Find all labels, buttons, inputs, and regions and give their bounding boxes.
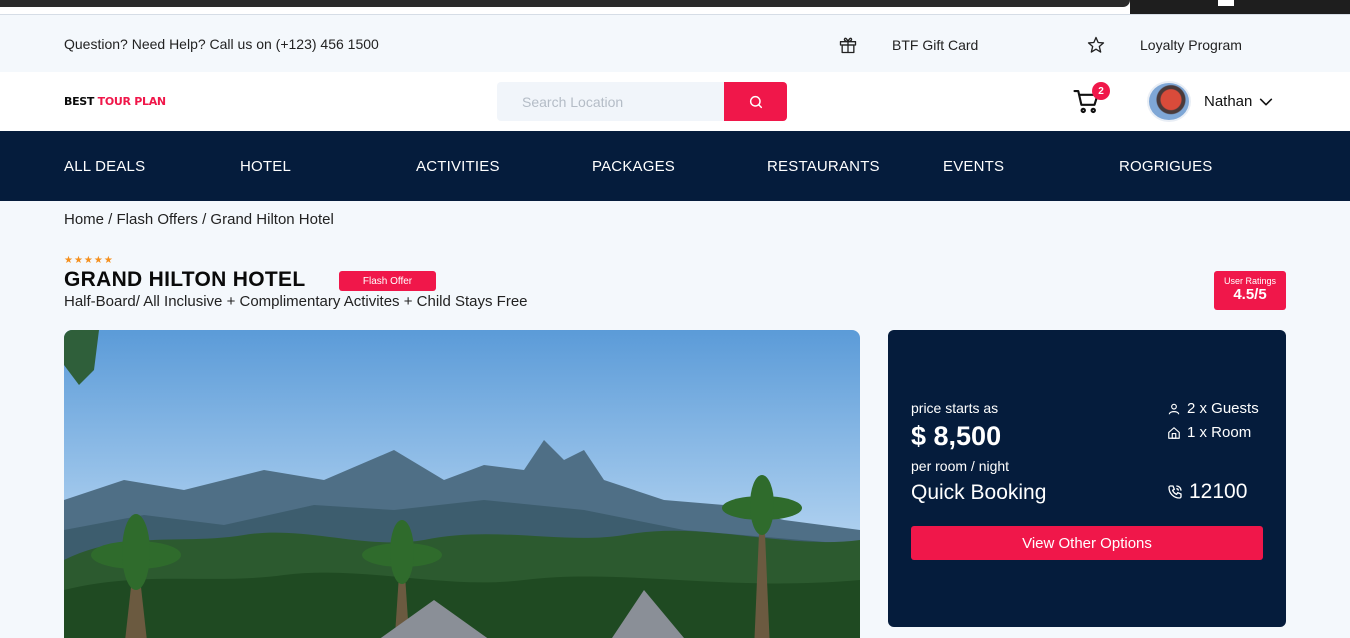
cart-button[interactable]: 2: [1072, 82, 1110, 116]
search-input[interactable]: [497, 82, 724, 121]
search-button[interactable]: [724, 82, 787, 121]
rooms-info: 1 x Room: [1167, 424, 1251, 441]
user-icon: [1168, 403, 1180, 414]
gift-card-link[interactable]: BTF Gift Card: [838, 35, 978, 55]
nav-item-activities[interactable]: ACTIVITIES: [416, 158, 500, 175]
booking-panel: price starts as $ 8,500 per room / night…: [888, 330, 1286, 627]
price-value: $ 8,500: [911, 421, 1002, 451]
loyalty-program-link[interactable]: Loyalty Program: [1086, 35, 1242, 55]
chevron-down-icon: [1260, 98, 1273, 105]
loyalty-program-label: Loyalty Program: [1140, 37, 1242, 53]
phone-number: 12100: [1189, 480, 1248, 503]
user-ratings-label: User Ratings: [1223, 276, 1277, 286]
logo-text-accent: TOUR PLAN: [97, 95, 166, 108]
nav-item-packages[interactable]: PACKAGES: [592, 158, 675, 175]
site-header: BEST TOUR PLAN 2 Nathan: [0, 72, 1350, 131]
user-ratings-badge: User Ratings 4.5/5: [1214, 271, 1286, 310]
gift-card-label: BTF Gift Card: [892, 37, 979, 53]
home-icon: [1168, 426, 1180, 439]
site-logo[interactable]: BEST TOUR PLAN: [64, 95, 166, 108]
browser-tab-bar: [0, 0, 1130, 7]
hotel-photo: [64, 330, 860, 638]
avatar: [1147, 81, 1191, 122]
phone-booking[interactable]: 12100: [1167, 480, 1247, 504]
nav-item-rogrigues[interactable]: ROGRIGUES: [1119, 158, 1212, 175]
user-menu[interactable]: Nathan: [1147, 81, 1274, 122]
nav-item-restaurants[interactable]: RESTAURANTS: [767, 158, 880, 175]
top-info-bar: Question? Need Help? Call us on (+123) 4…: [0, 14, 1350, 72]
rooms-label: 1 x Room: [1187, 424, 1252, 441]
nav-item-all-deals[interactable]: ALL DEALS: [64, 158, 145, 175]
browser-dark-area: [1130, 0, 1350, 14]
price-starts-label: price starts as: [911, 400, 999, 416]
hotel-star-rating: ★★★★★: [64, 255, 114, 266]
breadcrumb[interactable]: Home / Flash Offers / Grand Hilton Hotel: [64, 211, 334, 228]
quick-booking-label: Quick Booking: [911, 481, 1047, 504]
cart-count-badge: 2: [1092, 82, 1110, 100]
flash-offer-badge: Flash Offer: [339, 271, 436, 291]
guests-info: 2 x Guests: [1167, 400, 1259, 417]
user-name: Nathan: [1204, 93, 1253, 110]
phone-icon: [1168, 485, 1182, 499]
help-text: Question? Need Help? Call us on (+123) 4…: [64, 36, 379, 52]
gift-icon: [839, 37, 857, 54]
price-unit: per room / night: [911, 458, 1010, 474]
browser-chrome-strip: [0, 0, 1350, 14]
logo-text-primary: BEST: [64, 95, 95, 108]
browser-control[interactable]: [1218, 0, 1234, 6]
user-ratings-value: 4.5/5: [1233, 286, 1267, 303]
star-icon: [1087, 36, 1105, 53]
page-title: GRAND HILTON HOTEL: [64, 268, 306, 291]
location-search: [497, 82, 787, 121]
hotel-photo-image: [64, 330, 860, 638]
search-icon: [749, 95, 762, 108]
main-navigation: ALL DEALS HOTEL ACTIVITIES PACKAGES REST…: [0, 131, 1350, 201]
guests-label: 2 x Guests: [1187, 400, 1259, 417]
view-other-options-button[interactable]: View Other Options: [911, 526, 1263, 560]
nav-item-hotel[interactable]: HOTEL: [240, 158, 291, 175]
hotel-subtitle: Half-Board/ All Inclusive + Complimentar…: [64, 293, 528, 310]
nav-item-events[interactable]: EVENTS: [943, 158, 1004, 175]
